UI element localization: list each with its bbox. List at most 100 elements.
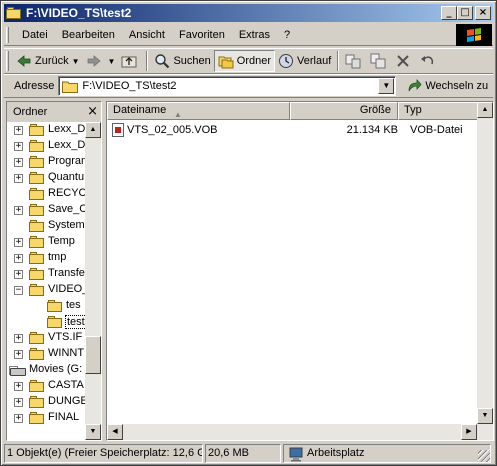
tree-item-label[interactable]: tmp: [47, 251, 67, 263]
address-value[interactable]: F:\VIDEO_TS\test2: [82, 80, 176, 92]
forward-dropdown-icon[interactable]: ▼: [108, 57, 116, 66]
menu-bearbeiten[interactable]: Bearbeiten: [55, 29, 122, 41]
tree-item[interactable]: RECYC: [7, 186, 85, 202]
title-bar[interactable]: F:\VIDEO_TS\test2 _ □ ×: [4, 4, 493, 22]
tree-item[interactable]: + Lexx_D: [7, 138, 85, 154]
go-button[interactable]: Wechseln zu: [406, 78, 488, 94]
tree-item[interactable]: tes: [7, 298, 85, 314]
status-zone-label: Arbeitsplatz: [307, 447, 365, 459]
tree-item[interactable]: + FINAL: [7, 410, 85, 426]
menu-datei[interactable]: Datei: [15, 29, 55, 41]
tree-item-label[interactable]: VTS.IF: [47, 331, 83, 343]
scroll-left-icon[interactable]: ◀: [107, 424, 123, 440]
tree-item[interactable]: test2: [7, 314, 85, 330]
tree-item[interactable]: + Temp: [7, 234, 85, 250]
tree-item-label[interactable]: Program: [47, 155, 85, 167]
expand-icon[interactable]: +: [14, 350, 23, 359]
scroll-up-icon[interactable]: ▲: [477, 102, 493, 118]
tree-item-label[interactable]: Movies (G:: [28, 363, 83, 375]
expand-icon[interactable]: +: [14, 270, 23, 279]
address-dropdown-icon[interactable]: ▼: [378, 78, 395, 94]
expand-icon[interactable]: +: [14, 382, 23, 391]
tree-item[interactable]: −Movies (G:: [7, 362, 85, 378]
tree-item-label[interactable]: Temp: [47, 235, 76, 247]
tree-item-label[interactable]: DUNGE: [47, 395, 85, 407]
close-button[interactable]: ×: [475, 6, 491, 20]
tree-item[interactable]: + VTS.IF: [7, 330, 85, 346]
toolbar-grip[interactable]: [6, 51, 9, 71]
folders-label: Ordner: [236, 55, 272, 67]
column-name-header[interactable]: Dateiname ▲: [107, 102, 290, 120]
expand-icon[interactable]: +: [14, 174, 23, 183]
tree-item-label[interactable]: Quantu: [47, 171, 85, 183]
expand-icon[interactable]: +: [14, 158, 23, 167]
tree-item[interactable]: + Save_C: [7, 202, 85, 218]
tree-item-label[interactable]: tes: [65, 299, 82, 311]
tree-item[interactable]: + Lexx_D: [7, 122, 85, 138]
tree-item-label[interactable]: RECYC: [47, 187, 85, 199]
expand-icon[interactable]: +: [14, 414, 23, 423]
back-dropdown-icon[interactable]: ▼: [72, 57, 80, 66]
tree-item-label[interactable]: VIDEO_: [47, 283, 85, 295]
tree-item-label[interactable]: Lexx_D: [47, 139, 85, 151]
close-icon[interactable]: ×: [87, 104, 98, 119]
tree-item[interactable]: + Transfe: [7, 266, 85, 282]
tree-item-label[interactable]: Transfe: [47, 267, 85, 279]
folders-button[interactable]: Ordner: [213, 50, 276, 72]
maximize-button[interactable]: □: [457, 6, 473, 20]
menu-favoriten[interactable]: Favoriten: [172, 29, 232, 41]
table-row[interactable]: VTS_02_005.VOB 21.134 KB VOB-Datei: [107, 122, 477, 138]
tree-item[interactable]: + tmp: [7, 250, 85, 266]
file-name[interactable]: VTS_02_005.VOB: [127, 124, 316, 136]
menu-help[interactable]: ?: [277, 29, 297, 41]
tree-item-label[interactable]: CASTA: [47, 379, 85, 391]
folder-tree-scrollbar[interactable]: ▲ ▼: [85, 122, 101, 440]
undo-button[interactable]: [417, 50, 442, 72]
expand-icon[interactable]: +: [14, 254, 23, 263]
back-button[interactable]: Zurück ▼: [13, 50, 83, 72]
expand-icon[interactable]: +: [14, 398, 23, 407]
expand-icon[interactable]: +: [14, 238, 23, 247]
tree-item[interactable]: System: [7, 218, 85, 234]
menu-ansicht[interactable]: Ansicht: [122, 29, 172, 41]
search-button[interactable]: Suchen: [151, 50, 213, 72]
scroll-up-icon[interactable]: ▲: [85, 122, 101, 138]
expand-icon[interactable]: +: [14, 206, 23, 215]
expand-icon[interactable]: +: [14, 334, 23, 343]
column-size-header[interactable]: Größe: [290, 102, 398, 120]
tree-item-label[interactable]: System: [47, 219, 85, 231]
minimize-button[interactable]: _: [441, 6, 457, 20]
tree-item-label[interactable]: Lexx_D: [47, 123, 85, 135]
tree-item[interactable]: + WINNT: [7, 346, 85, 362]
folder-icon: [29, 172, 45, 185]
tree-item-label[interactable]: Save_C: [47, 203, 85, 215]
delete-button[interactable]: [392, 50, 417, 72]
tree-item[interactable]: + CASTA: [7, 378, 85, 394]
collapse-icon[interactable]: −: [14, 286, 23, 295]
tree-item[interactable]: + Quantu: [7, 170, 85, 186]
expand-icon[interactable]: +: [14, 142, 23, 151]
address-field[interactable]: F:\VIDEO_TS\test2 ▼: [58, 76, 397, 96]
scroll-thumb[interactable]: [85, 336, 101, 374]
file-list-scrollbar-h[interactable]: ◀ ▶: [107, 424, 477, 440]
tree-item[interactable]: + Program: [7, 154, 85, 170]
scroll-down-icon[interactable]: ▼: [85, 424, 101, 440]
move-to-button[interactable]: [342, 50, 367, 72]
scroll-right-icon[interactable]: ▶: [461, 424, 477, 440]
expand-icon[interactable]: +: [14, 126, 23, 135]
history-button[interactable]: Verlauf: [275, 50, 334, 72]
forward-button[interactable]: ▼: [83, 50, 119, 72]
menu-extras[interactable]: Extras: [232, 29, 277, 41]
scroll-down-icon[interactable]: ▼: [477, 408, 493, 424]
menu-grip[interactable]: [6, 26, 9, 43]
folder-icon: [47, 300, 63, 313]
tree-item[interactable]: − VIDEO_: [7, 282, 85, 298]
tree-item-label[interactable]: FINAL: [47, 411, 80, 423]
up-button[interactable]: [118, 50, 143, 72]
copy-to-button[interactable]: [367, 50, 392, 72]
tree-item[interactable]: + DUNGE: [7, 394, 85, 410]
file-list-scrollbar-v[interactable]: ▲ ▼: [477, 102, 493, 440]
tree-item-label[interactable]: WINNT: [47, 347, 85, 359]
resize-grip-icon[interactable]: [478, 450, 490, 462]
tree-item-label[interactable]: test2: [65, 315, 85, 329]
